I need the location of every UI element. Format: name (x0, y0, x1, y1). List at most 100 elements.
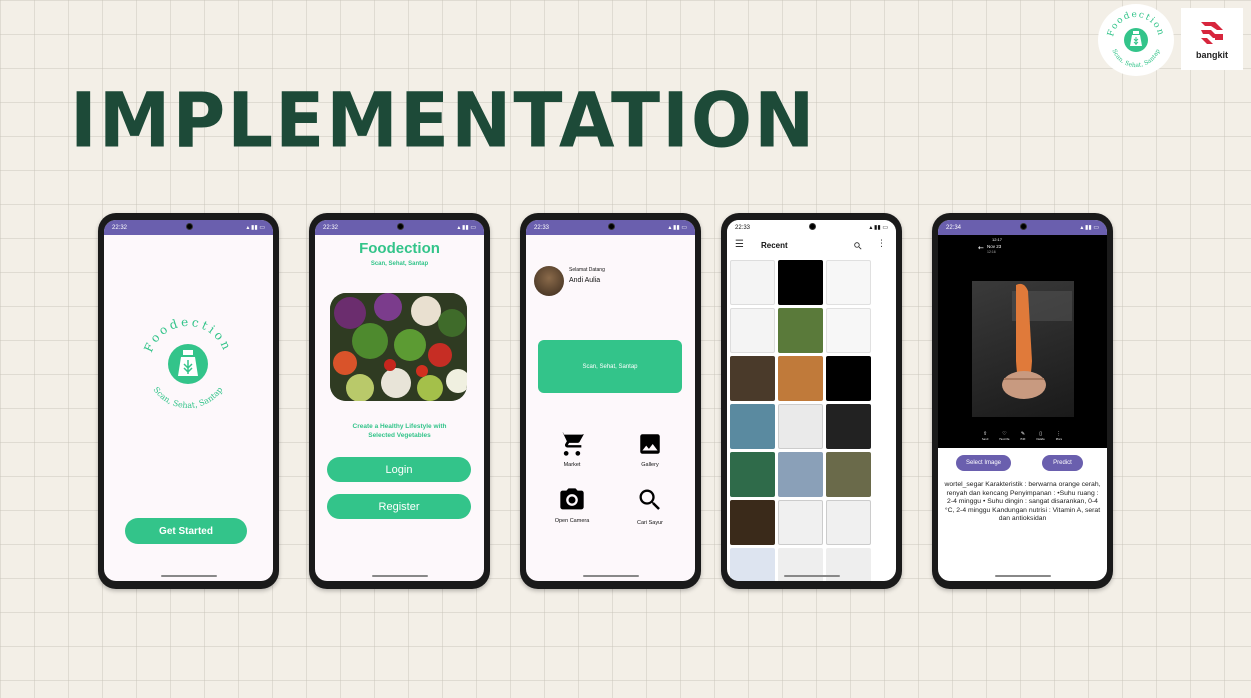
phone-home: 22:33 ▴ ▮▮ ▭ Selamat Datang Andi Aulia S… (520, 213, 701, 589)
bangkit-logo-text: bangkit (1195, 50, 1228, 60)
image-icon (640, 434, 660, 454)
inner-status-time: 12:17 (992, 237, 1003, 242)
menu-label: Open Camera (554, 518, 590, 524)
gallery-thumbnail[interactable] (778, 404, 823, 449)
phone-gallery: 22:33 ▴ ▮▮ ▭ ☰ Recent ⋮ (721, 213, 902, 589)
cart-icon (559, 432, 584, 456)
carrot-photo (972, 281, 1074, 417)
status-icons: ▴ ▮▮ ▭ (1080, 225, 1099, 231)
gallery-thumbnail[interactable] (730, 404, 775, 449)
home-indicator (994, 575, 1051, 577)
foodection-logo: Foodection Scan, Sehat, Santap (1098, 4, 1174, 76)
status-icons: ▴ ▮▮ ▭ (457, 225, 476, 231)
more-action[interactable]: ⋮ More (1056, 431, 1062, 445)
app-tagline: Scan, Sehat, Santap (370, 261, 429, 267)
app-title: Foodection (359, 240, 440, 257)
svg-text:Scan, Sehat, Santap: Scan, Sehat, Santap (152, 385, 225, 410)
home-indicator (371, 575, 428, 577)
action-label: Favorite (999, 438, 1010, 441)
gallery-thumbnail[interactable] (778, 356, 823, 401)
status-icons: ▴ ▮▮ ▭ (668, 225, 687, 231)
photo-date-sub: 12:16 (987, 250, 996, 254)
viewer-actions: ⇪ Send ♡ Favorite ✎ Edit ▯ Delete ⋮ More (982, 431, 1062, 445)
favorite-action[interactable]: ♡ Favorite (999, 431, 1009, 445)
edit-action[interactable]: ✎ Edit (1021, 431, 1026, 445)
status-icons: ▴ ▮▮ ▭ (869, 225, 888, 231)
select-image-button[interactable]: Select Image (956, 455, 1011, 471)
gallery-thumbnail[interactable] (826, 452, 871, 497)
page-title: IMPLEMENTATION (70, 75, 817, 165)
splash-logo: Foodection Scan, Sehat, Santap (132, 308, 244, 420)
vegetables-image (330, 293, 467, 401)
image-viewer: 12:17 ← Nov 23 12:16 ⇪ Send ♡ Favorite ✎ Ed… (938, 235, 1107, 448)
gallery-thumbnail[interactable] (826, 356, 871, 401)
promo-banner: Scan, Sehat, Santap (538, 340, 682, 393)
phone-welcome: 22:32 ▴ ▮▮ ▭ Foodection Scan, Sehat, San… (309, 213, 490, 589)
desc-line-1: Create a Healthy Lifestyle with (352, 423, 447, 430)
gallery-thumbnail[interactable] (778, 452, 823, 497)
gallery-thumbnail[interactable] (730, 500, 775, 545)
gallery-thumbnail[interactable] (778, 308, 823, 353)
status-time: 22:32 (323, 224, 339, 231)
gallery-thumbnail[interactable] (826, 404, 871, 449)
camera-icon (560, 488, 584, 510)
menu-label: Cari Sayur (637, 520, 663, 526)
predict-button[interactable]: Predict (1042, 455, 1083, 471)
action-label: Edit (1020, 438, 1026, 441)
share-action[interactable]: ⇪ Send (982, 431, 988, 445)
status-time: 22:33 (534, 224, 550, 231)
camera-notch (396, 223, 404, 230)
search-icon (639, 489, 660, 510)
desc-line-2: Selected Vegetables (368, 432, 431, 439)
status-time: 22:33 (735, 224, 751, 231)
gallery-thumbnail[interactable] (730, 260, 775, 305)
phone-predict: 22:34 ▴ ▮▮ ▭ 12:17 ← Nov 23 12:16 ⇪ Send … (932, 213, 1113, 589)
camera-notch (808, 223, 816, 230)
menu-label: Market (563, 462, 581, 468)
predict-screen: 22:34 ▴ ▮▮ ▭ 12:17 ← Nov 23 12:16 ⇪ Send … (938, 220, 1107, 581)
gallery-thumbnail[interactable] (826, 500, 871, 545)
home-indicator (160, 575, 217, 577)
status-time: 22:34 (946, 224, 962, 231)
menu-label: Gallery (641, 462, 659, 468)
camera-notch (607, 223, 615, 230)
status-icons: ▴ ▮▮ ▭ (246, 225, 265, 231)
gallery-thumbnail[interactable] (730, 452, 775, 497)
home-indicator (783, 575, 840, 577)
gallery-thumbnail[interactable] (730, 548, 775, 581)
login-button[interactable]: Login (327, 457, 471, 482)
action-label: Send (982, 438, 989, 441)
gallery-thumbnail[interactable] (778, 500, 823, 545)
gallery-thumbnail[interactable] (730, 308, 775, 353)
prediction-result: wortel_segar Karakteristik : berwarna or… (944, 481, 1101, 523)
splash-screen: 22:32 ▴ ▮▮ ▭ Foodection Scan, Sehat, San… (104, 220, 273, 581)
gallery-thumbnail[interactable] (730, 356, 775, 401)
camera-notch (185, 223, 193, 230)
action-label: More (1055, 438, 1062, 441)
back-arrow-icon[interactable]: ← (978, 244, 984, 252)
action-label: Delete (1036, 438, 1045, 441)
menu-gallery[interactable]: Gallery (622, 430, 678, 474)
gallery-thumbnail[interactable] (778, 260, 823, 305)
gallery-thumbnail[interactable] (826, 260, 871, 305)
register-button[interactable]: Register (327, 494, 471, 519)
camera-notch (1019, 223, 1027, 230)
delete-action[interactable]: ▯ Delete (1036, 431, 1044, 445)
get-started-button[interactable]: Get Started (125, 518, 247, 544)
photo-date: Nov 23 (987, 244, 1002, 249)
menu-icon[interactable]: ☰ (735, 239, 744, 250)
avatar[interactable] (534, 266, 564, 296)
search-icon[interactable] (853, 241, 863, 251)
home-indicator (582, 575, 639, 577)
gallery-toolbar: ☰ Recent ⋮ (727, 235, 896, 257)
status-time: 22:32 (112, 224, 128, 231)
menu-cari-sayur[interactable]: Cari Sayur (622, 486, 678, 532)
more-icon[interactable]: ⋮ (877, 239, 886, 249)
home-screen: 22:33 ▴ ▮▮ ▭ Selamat Datang Andi Aulia S… (526, 220, 695, 581)
menu-open-camera[interactable]: Open Camera (544, 486, 600, 530)
greeting-text: Selamat Datang (569, 267, 605, 273)
menu-market[interactable]: Market (544, 430, 600, 474)
gallery-thumbnail[interactable] (826, 308, 871, 353)
bangkit-logo: bangkit (1181, 8, 1243, 70)
phone-splash: 22:32 ▴ ▮▮ ▭ Foodection Scan, Sehat, San… (98, 213, 279, 589)
